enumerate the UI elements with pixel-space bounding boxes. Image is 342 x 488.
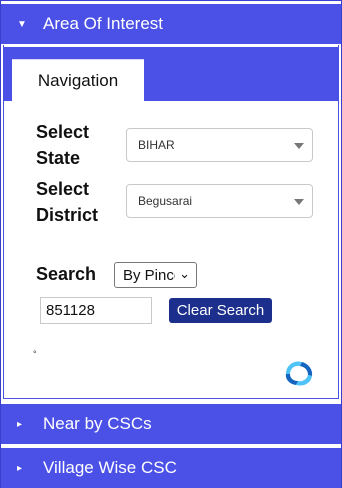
chevron-down-icon: ⌄ <box>179 266 190 281</box>
accordion-title: Area Of Interest <box>43 14 163 33</box>
chevron-down-icon <box>294 199 304 205</box>
district-select[interactable]: Begusarai <box>126 184 313 218</box>
marker-symbol: ° <box>33 349 37 359</box>
accordion-header-area-of-interest[interactable]: ▼ Area Of Interest <box>1 4 341 44</box>
state-select[interactable]: BIHAR <box>126 128 313 162</box>
search-label: Search <box>36 264 97 284</box>
area-of-interest-panel: Navigation Select State BIHAR Select Dis… <box>3 45 339 399</box>
divider <box>1 444 341 446</box>
select-state-label: Select State <box>36 122 90 168</box>
select-district-label: Select District <box>36 179 99 225</box>
chevron-down-icon <box>294 143 304 149</box>
tab-navigation[interactable]: Navigation <box>12 59 144 101</box>
search-mode-select[interactable]: By Pincode ⌄ <box>114 262 197 288</box>
accordion-header-near-by-cscs[interactable]: ▸ Near by CSCs <box>1 404 341 444</box>
state-select-value: BIHAR <box>138 138 175 152</box>
caret-down-icon: ▼ <box>17 18 27 30</box>
district-select-value: Begusarai <box>138 194 193 208</box>
caret-right-icon: ▸ <box>17 418 23 430</box>
tab-bar: Navigation <box>4 47 338 101</box>
refresh-spinner-icon <box>285 361 313 386</box>
pincode-input[interactable]: 851128 <box>40 297 152 324</box>
csc-locator-widget: ▼ Area Of Interest Navigation Select Sta… <box>0 0 342 488</box>
clear-search-button[interactable]: Clear Search <box>169 298 272 323</box>
accordion-header-village-wise-csc[interactable]: ▸ Village Wise CSC <box>1 448 341 488</box>
search-mode-value: By Pincode <box>123 266 175 284</box>
accordion-title: Village Wise CSC <box>43 458 177 477</box>
accordion-title: Near by CSCs <box>43 414 152 433</box>
caret-right-icon: ▸ <box>17 462 23 474</box>
